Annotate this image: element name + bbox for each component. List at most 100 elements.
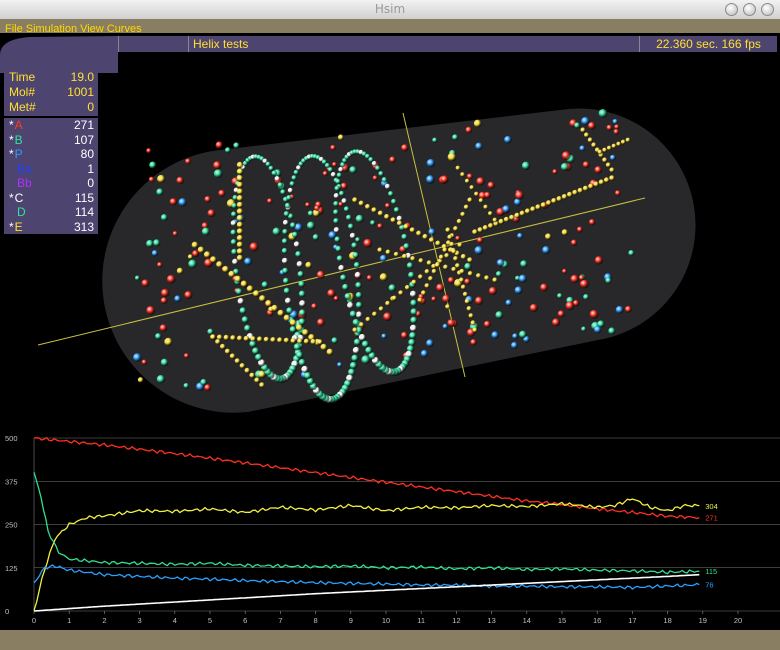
molecule bbox=[421, 290, 427, 296]
molecule bbox=[224, 348, 231, 355]
molecule bbox=[148, 176, 155, 183]
molecule bbox=[420, 349, 429, 358]
molecule bbox=[379, 254, 388, 263]
molecule bbox=[492, 277, 498, 283]
molecule bbox=[333, 209, 339, 216]
molecule bbox=[231, 211, 237, 218]
molecule bbox=[327, 289, 336, 298]
molecule bbox=[577, 187, 584, 194]
molecule bbox=[551, 198, 557, 204]
molecule bbox=[235, 288, 243, 295]
molecule bbox=[615, 190, 621, 196]
molecule bbox=[230, 335, 236, 341]
molecule bbox=[335, 245, 342, 252]
molecule bbox=[341, 198, 348, 204]
molecule bbox=[261, 281, 269, 289]
molecule bbox=[436, 283, 445, 292]
molecule bbox=[611, 143, 617, 149]
molecule bbox=[358, 200, 365, 207]
molecule bbox=[330, 171, 337, 178]
molecule bbox=[511, 341, 518, 349]
molecule bbox=[295, 324, 303, 332]
x-tick-label: 7 bbox=[278, 616, 282, 625]
molecule bbox=[466, 173, 473, 180]
molecule bbox=[244, 257, 253, 266]
molecule bbox=[540, 202, 547, 208]
molecule bbox=[191, 241, 199, 249]
molecule bbox=[512, 333, 519, 340]
molecule bbox=[383, 312, 392, 322]
molecule bbox=[540, 283, 549, 292]
molecule bbox=[556, 196, 563, 202]
molecule bbox=[370, 220, 376, 226]
molecule bbox=[253, 290, 260, 297]
molecule bbox=[608, 327, 616, 335]
x-tick-label: 6 bbox=[243, 616, 247, 625]
molecule bbox=[519, 210, 526, 217]
molecule bbox=[296, 351, 304, 359]
molecule bbox=[435, 240, 441, 247]
molecule bbox=[445, 227, 451, 233]
molecule bbox=[353, 261, 361, 269]
molecule bbox=[296, 261, 303, 268]
x-tick-label: 3 bbox=[138, 616, 142, 625]
species-count-chart: 01252503755000 1 2 3 4 5 6 7 8 9 10 11 12 13 14 15 16 17 1… bbox=[5, 434, 780, 625]
molecule bbox=[342, 283, 349, 291]
molecule bbox=[236, 254, 244, 262]
molecule bbox=[236, 234, 244, 242]
molecule bbox=[612, 118, 619, 125]
molecule bbox=[410, 308, 418, 316]
molecule bbox=[411, 279, 417, 285]
molecule bbox=[473, 119, 482, 128]
x-tick-label: 10 bbox=[382, 616, 390, 625]
molecule bbox=[384, 202, 391, 209]
molecule bbox=[316, 270, 326, 279]
molecule bbox=[614, 124, 620, 130]
molecule bbox=[156, 188, 164, 196]
molecule bbox=[282, 219, 289, 226]
molecule bbox=[594, 256, 604, 265]
molecule bbox=[598, 108, 608, 118]
molecule bbox=[602, 157, 608, 163]
molecule bbox=[428, 237, 435, 243]
x-tick-label: 9 bbox=[349, 616, 353, 625]
molecule bbox=[409, 324, 418, 332]
molecule bbox=[332, 161, 338, 168]
molecule bbox=[372, 311, 378, 317]
molecule bbox=[282, 267, 289, 274]
molecule bbox=[320, 343, 328, 351]
molecule bbox=[393, 206, 400, 213]
molecule bbox=[588, 183, 594, 190]
molecule bbox=[447, 319, 456, 327]
molecule bbox=[305, 202, 311, 208]
simulation-3d-view[interactable] bbox=[0, 0, 780, 430]
molecule bbox=[434, 262, 441, 268]
molecule bbox=[447, 276, 455, 284]
molecule bbox=[236, 221, 244, 228]
molecule bbox=[363, 238, 373, 248]
molecule bbox=[213, 161, 222, 170]
molecule bbox=[283, 337, 290, 344]
molecule bbox=[624, 305, 632, 313]
molecule bbox=[236, 228, 244, 235]
molecule bbox=[149, 161, 157, 169]
molecule bbox=[234, 275, 242, 283]
molecule bbox=[286, 307, 293, 314]
molecule bbox=[255, 353, 263, 361]
molecule bbox=[449, 241, 455, 247]
molecule bbox=[343, 206, 350, 212]
molecule bbox=[361, 340, 370, 348]
molecule bbox=[197, 246, 205, 254]
molecule bbox=[409, 290, 417, 298]
molecule bbox=[311, 303, 318, 310]
molecule bbox=[246, 285, 254, 293]
series-end-label: 271 bbox=[705, 514, 718, 523]
series-end-label: 76 bbox=[705, 581, 713, 590]
molecule bbox=[352, 251, 359, 259]
molecule bbox=[418, 274, 424, 280]
molecule bbox=[298, 309, 306, 317]
molecule bbox=[310, 338, 317, 345]
molecule bbox=[609, 154, 616, 161]
molecule bbox=[442, 323, 449, 330]
molecule bbox=[349, 232, 356, 239]
